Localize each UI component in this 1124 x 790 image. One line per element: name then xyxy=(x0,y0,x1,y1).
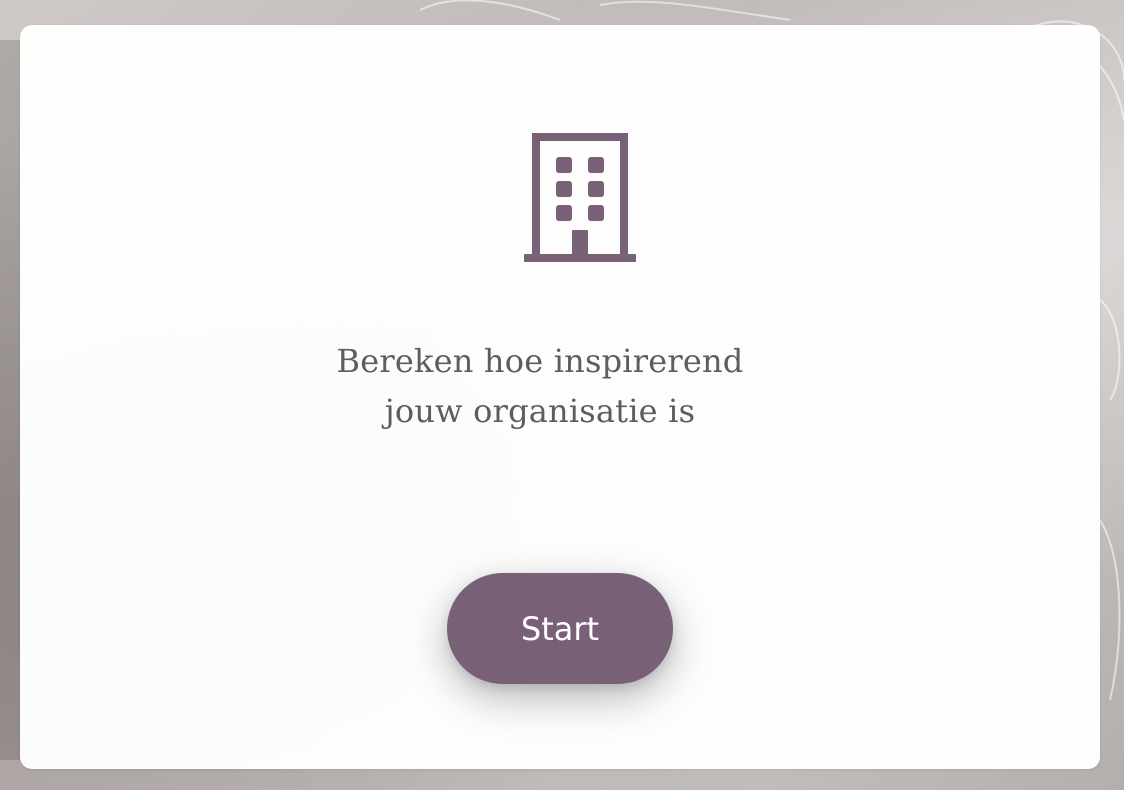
headline-line-1: Bereken hoe inspirerend xyxy=(336,342,744,380)
headline: Bereken hoe inspirerend jouw organisatie… xyxy=(240,336,840,436)
building-icon xyxy=(524,133,636,262)
headline-line-2: jouw organisatie is xyxy=(384,392,696,430)
start-button[interactable]: Start xyxy=(447,573,673,684)
